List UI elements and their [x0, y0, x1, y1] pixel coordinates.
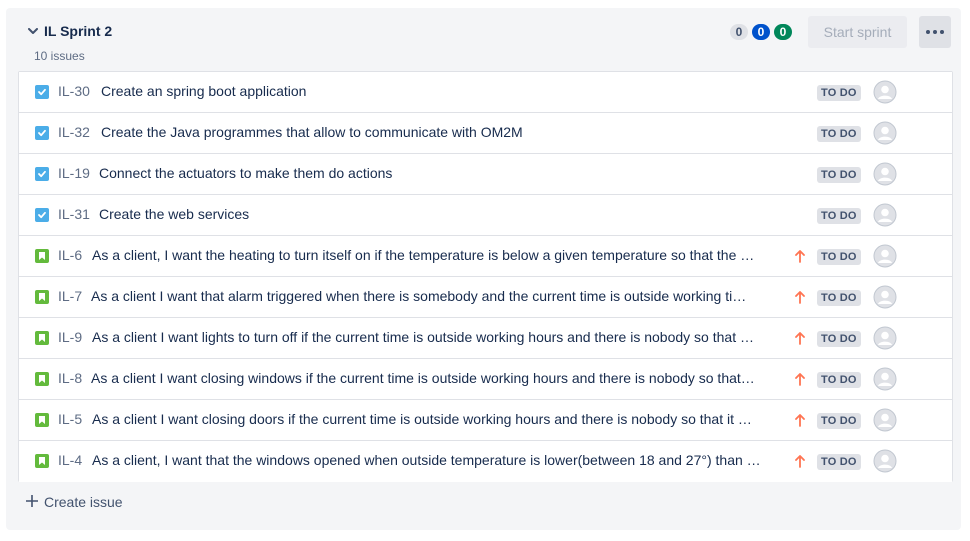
issue-summary[interactable]: As a client I want closing windows if th… [91, 370, 755, 386]
issue-row[interactable]: IL-6 As a client, I want the heating to t… [19, 236, 952, 277]
status-badge[interactable]: TO DO [817, 167, 861, 183]
plus-icon [26, 494, 38, 510]
task-type-icon [35, 85, 49, 99]
chevron-down-icon[interactable] [26, 24, 40, 38]
issue-row[interactable]: IL-7 As a client I want that alarm trigge… [19, 277, 952, 318]
issue-key[interactable]: IL-30 [58, 83, 90, 99]
unassigned-avatar-icon[interactable] [873, 367, 897, 391]
issue-summary[interactable]: As a client, I want the heating to turn … [92, 247, 754, 263]
issue-count: 10 issues [34, 49, 85, 63]
done-count-badge: 0 [774, 24, 792, 40]
status-badge[interactable]: TO DO [817, 454, 861, 470]
unassigned-avatar-icon[interactable] [873, 449, 897, 473]
issue-row[interactable]: IL-4 As a client, I want that the windows… [19, 441, 952, 482]
issue-summary[interactable]: As a client I want lights to turn off if… [92, 329, 754, 345]
issue-summary[interactable]: As a client I want closing doors if the … [92, 411, 752, 427]
issue-summary[interactable]: Connect the actuators to make them do ac… [99, 165, 392, 181]
status-counts: 0 0 0 [730, 24, 792, 40]
issue-row[interactable]: IL-8 As a client I want closing windows i… [19, 359, 952, 400]
status-badge[interactable]: TO DO [817, 208, 861, 224]
issue-summary[interactable]: Create an spring boot application [101, 83, 306, 99]
issue-key[interactable]: IL-31 [58, 206, 90, 222]
issue-row[interactable]: IL-19 Connect the actuators to make them … [19, 154, 952, 195]
issue-row[interactable]: IL-30 Create an spring boot application TO… [19, 72, 952, 113]
todo-count-badge: 0 [730, 24, 748, 40]
issue-key[interactable]: IL-32 [58, 124, 90, 140]
sprint-title[interactable]: IL Sprint 2 [44, 23, 112, 39]
unassigned-avatar-icon[interactable] [873, 326, 897, 350]
story-type-icon [35, 413, 49, 427]
in-progress-count-badge: 0 [752, 24, 770, 40]
issue-key[interactable]: IL-5 [58, 411, 82, 427]
status-badge[interactable]: TO DO [817, 331, 861, 347]
unassigned-avatar-icon[interactable] [873, 244, 897, 268]
unassigned-avatar-icon[interactable] [873, 203, 897, 227]
create-issue-label: Create issue [44, 494, 123, 510]
issue-list: IL-30 Create an spring boot application TO… [18, 71, 953, 482]
story-type-icon [35, 290, 49, 304]
status-badge[interactable]: TO DO [817, 126, 861, 142]
priority-high-icon [793, 412, 807, 428]
issue-row[interactable]: IL-32 Create the Java programmes that all… [19, 113, 952, 154]
issue-key[interactable]: IL-8 [58, 370, 82, 386]
story-type-icon [35, 331, 49, 345]
issue-key[interactable]: IL-4 [58, 452, 82, 468]
priority-high-icon [793, 330, 807, 346]
status-badge[interactable]: TO DO [817, 249, 861, 265]
ellipsis-icon[interactable] [919, 16, 951, 48]
unassigned-avatar-icon[interactable] [873, 408, 897, 432]
issue-row[interactable]: IL-31 Create the web services TO DO [19, 195, 952, 236]
start-sprint-button[interactable]: Start sprint [808, 16, 907, 48]
issue-summary[interactable]: Create the Java programmes that allow to… [101, 124, 523, 140]
issue-summary[interactable]: As a client, I want that the windows ope… [92, 452, 761, 468]
task-type-icon [35, 167, 49, 181]
status-badge[interactable]: TO DO [817, 413, 861, 429]
priority-high-icon [793, 289, 807, 305]
issue-row[interactable]: IL-5 As a client I want closing doors if … [19, 400, 952, 441]
status-badge[interactable]: TO DO [817, 85, 861, 101]
story-type-icon [35, 372, 49, 386]
status-badge[interactable]: TO DO [817, 290, 861, 306]
issue-key[interactable]: IL-9 [58, 329, 82, 345]
issue-summary[interactable]: As a client I want that alarm triggered … [91, 288, 746, 304]
create-issue-button[interactable]: Create issue [26, 492, 123, 512]
issue-summary[interactable]: Create the web services [99, 206, 249, 222]
sprint-header: IL Sprint 2 10 issues 0 0 0 Start sprint [6, 8, 961, 70]
unassigned-avatar-icon[interactable] [873, 80, 897, 104]
issue-row[interactable]: IL-9 As a client I want lights to turn of… [19, 318, 952, 359]
sprint-container: IL Sprint 2 10 issues 0 0 0 Start sprint… [6, 8, 961, 530]
task-type-icon [35, 126, 49, 140]
story-type-icon [35, 454, 49, 468]
status-badge[interactable]: TO DO [817, 372, 861, 388]
priority-high-icon [793, 248, 807, 264]
unassigned-avatar-icon[interactable] [873, 121, 897, 145]
unassigned-avatar-icon[interactable] [873, 285, 897, 309]
issue-key[interactable]: IL-6 [58, 247, 82, 263]
unassigned-avatar-icon[interactable] [873, 162, 897, 186]
task-type-icon [35, 208, 49, 222]
story-type-icon [35, 249, 49, 263]
issue-key[interactable]: IL-7 [58, 288, 82, 304]
priority-high-icon [793, 371, 807, 387]
issue-key[interactable]: IL-19 [58, 165, 90, 181]
priority-high-icon [793, 453, 807, 469]
